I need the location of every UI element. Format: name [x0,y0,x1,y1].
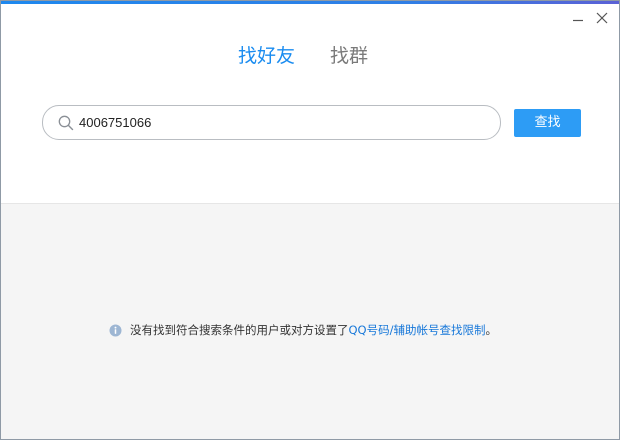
tab-find-groups[interactable]: 找群 [330,43,368,69]
close-button[interactable] [591,8,613,28]
minimize-button[interactable] [567,8,589,28]
find-window: 找好友 找群 查找 没有找到符合搜索条件的用户或对方设置了QQ号码/辅助帐号查找… [0,0,620,440]
find-button[interactable]: 查找 [514,109,581,137]
no-results-notice: 没有找到符合搜索条件的用户或对方设置了 QQ号码/辅助帐号查找限制。 [109,322,497,338]
search-tabs: 找好友 找群 [1,43,619,69]
tab-find-friends[interactable]: 找好友 [238,43,295,69]
results-area: 没有找到符合搜索条件的用户或对方设置了 QQ号码/辅助帐号查找限制。 [1,203,619,439]
notice-text: 没有找到符合搜索条件的用户或对方设置了 [130,323,349,337]
close-icon [596,12,608,24]
search-input[interactable] [79,112,479,133]
minimize-icon [573,19,583,22]
info-icon [109,324,122,336]
search-box[interactable] [42,105,501,140]
search-restriction-link[interactable]: QQ号码/辅助帐号查找限制 [349,322,486,338]
search-icon [58,115,74,131]
notice-period: 。 [485,323,497,337]
title-accent-strip [1,1,619,4]
